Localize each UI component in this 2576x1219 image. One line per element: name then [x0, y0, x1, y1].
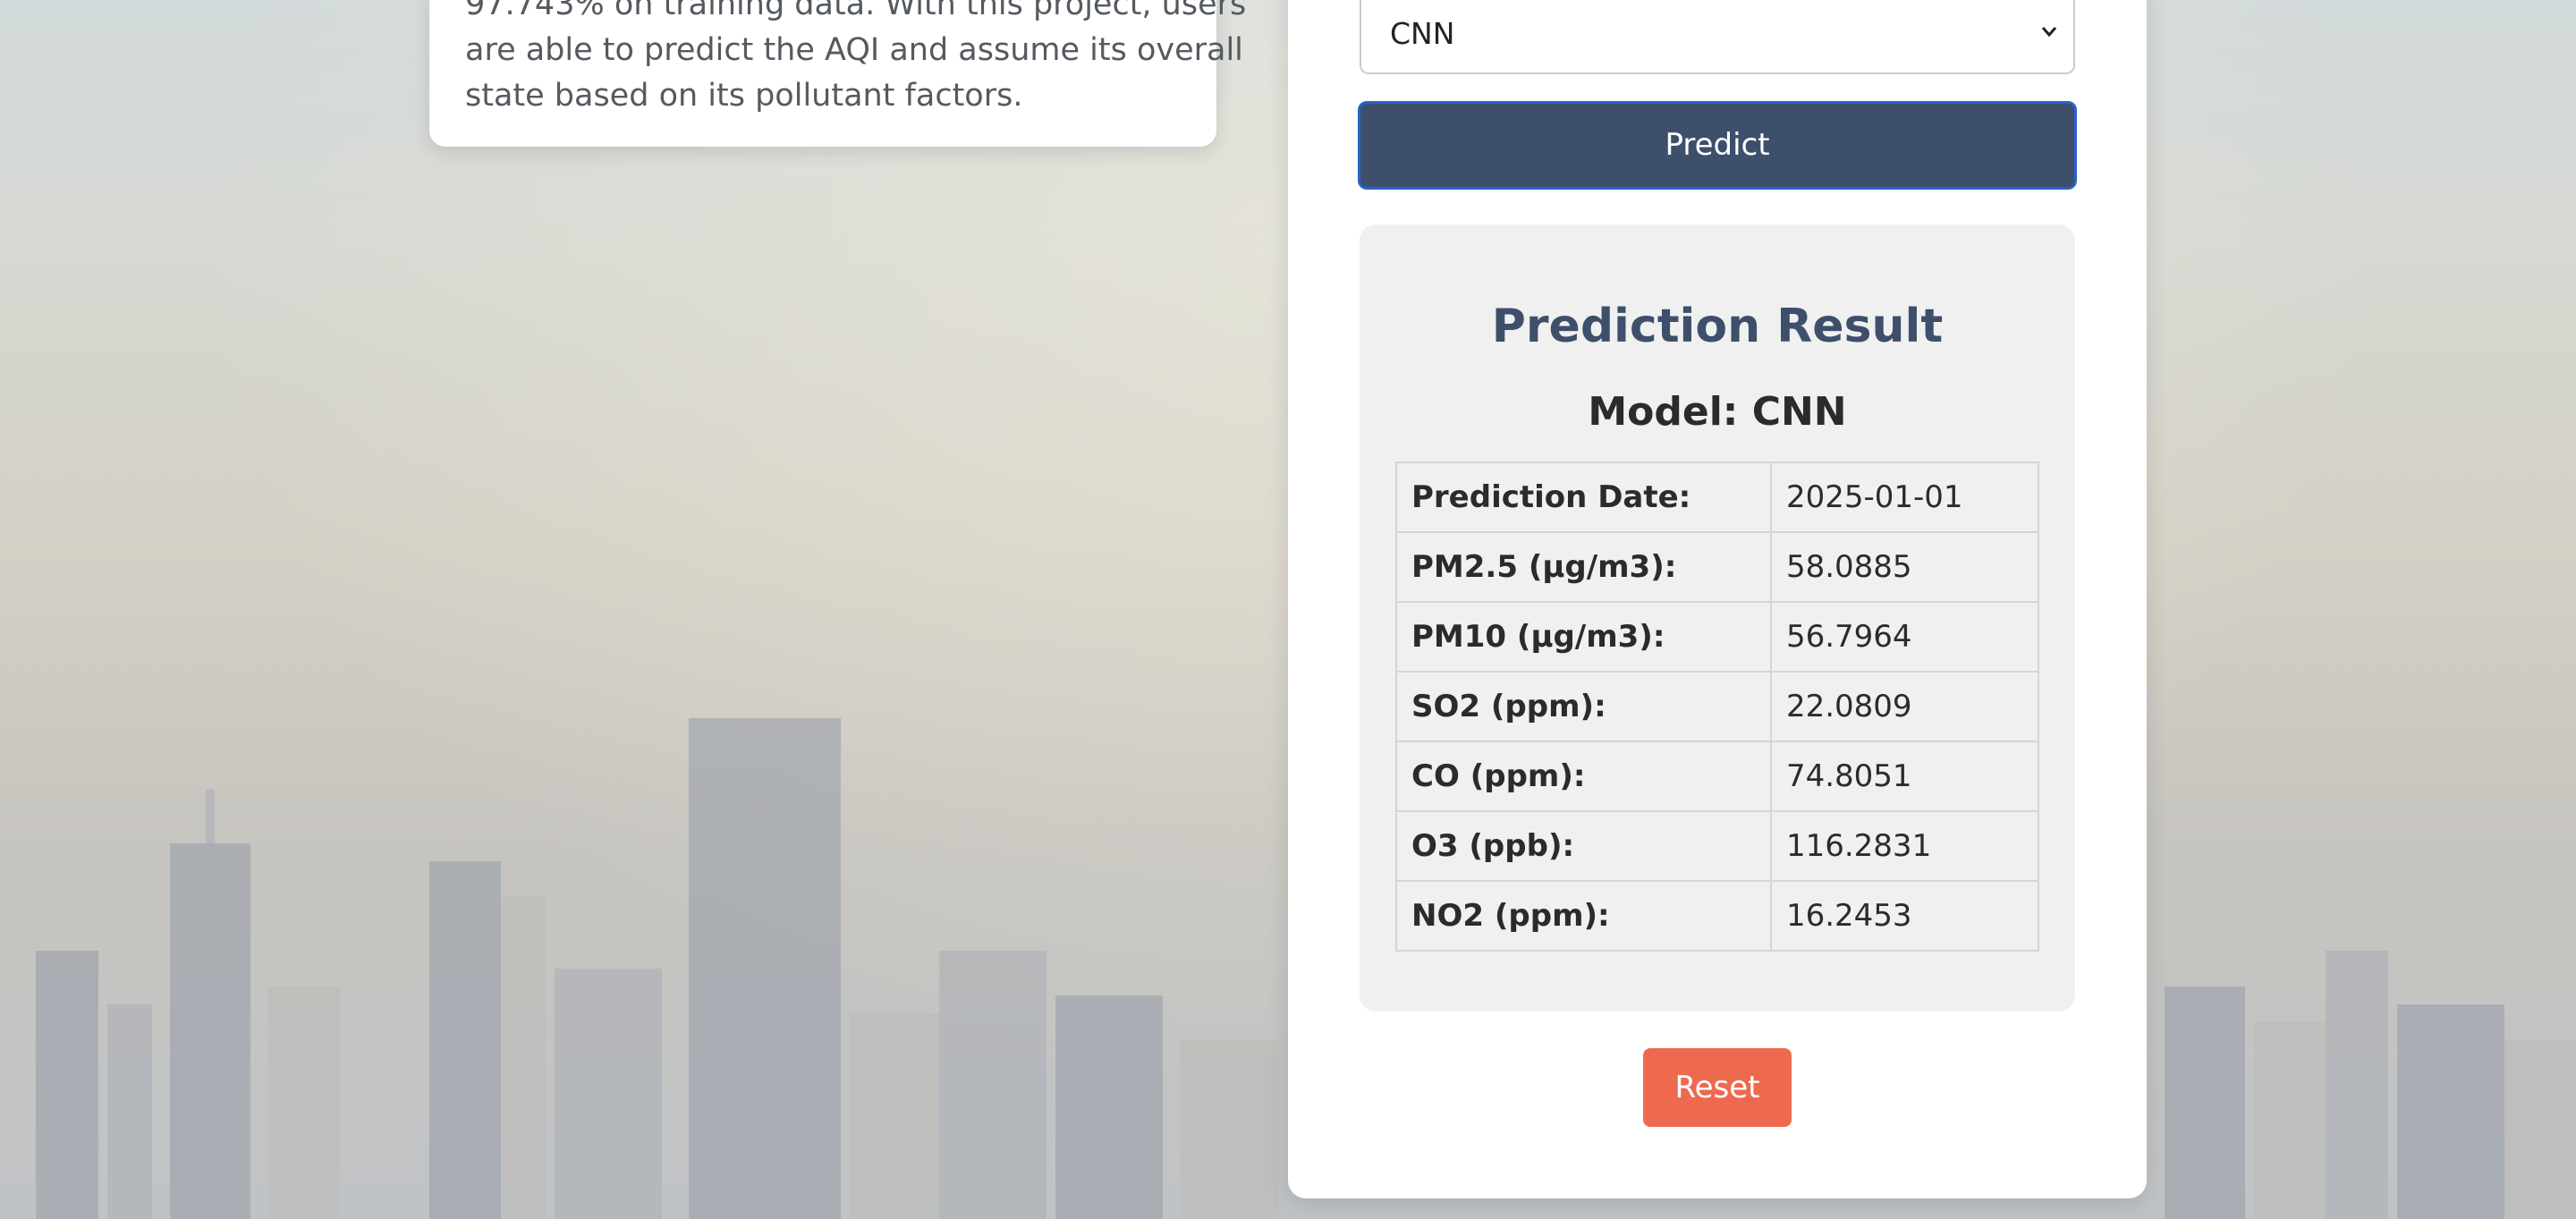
result-label: CO (ppm): [1395, 741, 1772, 812]
result-label: Prediction Date: [1395, 461, 1772, 533]
predict-button[interactable]: Predict [1358, 101, 2077, 190]
table-row: SO2 (ppm): 22.0809 [1395, 671, 2040, 742]
result-label: PM10 (µg/m3): [1395, 601, 1772, 673]
prediction-result-panel: Prediction Result Model: CNN Prediction … [1360, 224, 2075, 1012]
result-label: O3 (ppb): [1395, 810, 1772, 882]
result-model-label: Model: CNN [1588, 389, 1847, 435]
result-table: Prediction Date: 2025-01-01 PM2.5 (µg/m3… [1395, 461, 2040, 952]
project-description-text: 97.743% on training data. With this proj… [465, 0, 1247, 119]
table-row: O3 (ppb): 116.2831 [1395, 810, 2040, 882]
result-label: PM2.5 (µg/m3): [1395, 531, 1772, 603]
result-value: 2025-01-01 [1769, 461, 2040, 533]
table-row: CO (ppm): 74.8051 [1395, 741, 2040, 812]
description-line: state based on its pollutant factors. [465, 78, 1023, 114]
project-description-card: 97.743% on training data. With this proj… [429, 0, 1247, 147]
result-value: 74.8051 [1769, 741, 2040, 812]
result-title: Prediction Result [1491, 300, 1944, 353]
result-value: 56.7964 [1769, 601, 2040, 673]
result-label: NO2 (ppm): [1395, 880, 1772, 952]
description-line: 97.743% on training data. With this proj… [465, 0, 1247, 22]
result-value: 116.2831 [1769, 810, 2040, 882]
table-row: Prediction Date: 2025-01-01 [1395, 461, 2040, 533]
result-value: 16.2453 [1769, 880, 2040, 952]
reset-button[interactable]: Reset [1643, 1048, 1792, 1127]
model-select[interactable]: CNN [1360, 0, 2075, 74]
table-row: PM2.5 (µg/m3): 58.0885 [1395, 531, 2040, 603]
result-label: SO2 (ppm): [1395, 671, 1772, 742]
chevron-down-icon [2041, 27, 2057, 38]
description-line: are able to predict the AQI and assume i… [465, 32, 1243, 68]
result-value: 58.0885 [1769, 531, 2040, 603]
result-value: 22.0809 [1769, 671, 2040, 742]
model-select-value: CNN [1390, 16, 1455, 51]
table-row: NO2 (ppm): 16.2453 [1395, 880, 2040, 952]
table-row: PM10 (µg/m3): 56.7964 [1395, 601, 2040, 673]
